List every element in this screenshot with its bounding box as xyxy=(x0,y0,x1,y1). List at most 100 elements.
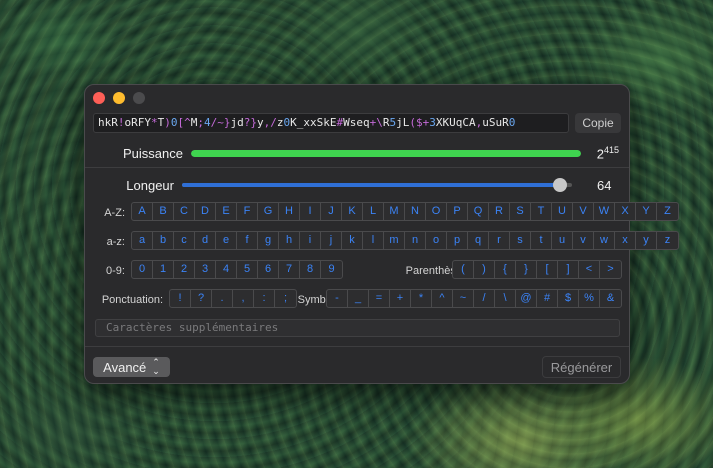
symbol-key[interactable]: + xyxy=(390,290,411,307)
lowercase-key[interactable]: m xyxy=(384,232,405,249)
bracket-key[interactable]: [ xyxy=(537,261,558,278)
lowercase-key[interactable]: y xyxy=(636,232,657,249)
uppercase-key[interactable]: N xyxy=(405,203,426,220)
password-field[interactable]: hkR!oRFY*T)0[^M;4/~}jd?}y,/z0K_xxSkE#Wse… xyxy=(93,113,569,133)
punctuation-key[interactable]: , xyxy=(233,290,254,307)
uppercase-key[interactable]: I xyxy=(300,203,321,220)
regenerate-button[interactable]: Régénérer xyxy=(542,356,621,378)
lowercase-key[interactable]: d xyxy=(195,232,216,249)
uppercase-key[interactable]: P xyxy=(447,203,468,220)
bracket-key[interactable]: ( xyxy=(453,261,474,278)
lowercase-key[interactable]: v xyxy=(573,232,594,249)
lowercase-key[interactable]: w xyxy=(594,232,615,249)
digit-key[interactable]: 1 xyxy=(153,261,174,278)
lowercase-key[interactable]: e xyxy=(216,232,237,249)
digit-key[interactable]: 6 xyxy=(258,261,279,278)
symbol-key[interactable]: ^ xyxy=(432,290,453,307)
uppercase-key[interactable]: H xyxy=(279,203,300,220)
lowercase-key[interactable]: g xyxy=(258,232,279,249)
lowercase-key[interactable]: j xyxy=(321,232,342,249)
uppercase-key[interactable]: E xyxy=(216,203,237,220)
uppercase-key[interactable]: F xyxy=(237,203,258,220)
lowercase-key[interactable]: f xyxy=(237,232,258,249)
uppercase-key[interactable]: X xyxy=(615,203,636,220)
uppercase-key[interactable]: Z xyxy=(657,203,678,220)
symbol-key[interactable]: / xyxy=(474,290,495,307)
digit-key[interactable]: 8 xyxy=(300,261,321,278)
lowercase-key[interactable]: o xyxy=(426,232,447,249)
length-slider[interactable] xyxy=(182,178,572,192)
uppercase-key[interactable]: M xyxy=(384,203,405,220)
uppercase-key[interactable]: G xyxy=(258,203,279,220)
lowercase-key[interactable]: l xyxy=(363,232,384,249)
uppercase-key[interactable]: W xyxy=(594,203,615,220)
length-slider-fill xyxy=(182,183,561,187)
length-slider-knob[interactable] xyxy=(553,178,568,192)
punctuation-key[interactable]: ! xyxy=(170,290,191,307)
bracket-key[interactable]: > xyxy=(600,261,621,278)
lowercase-key[interactable]: i xyxy=(300,232,321,249)
uppercase-key[interactable]: Q xyxy=(468,203,489,220)
uppercase-key[interactable]: Y xyxy=(636,203,657,220)
uppercase-key[interactable]: D xyxy=(195,203,216,220)
symbol-key[interactable]: $ xyxy=(558,290,579,307)
advanced-popup-button[interactable]: Avancé ⌃ ⌄ xyxy=(93,357,170,377)
uppercase-key[interactable]: C xyxy=(174,203,195,220)
uppercase-key[interactable]: R xyxy=(489,203,510,220)
lowercase-key[interactable]: n xyxy=(405,232,426,249)
symbol-key[interactable]: % xyxy=(579,290,600,307)
lowercase-key[interactable]: c xyxy=(174,232,195,249)
digit-key[interactable]: 0 xyxy=(132,261,153,278)
uppercase-key[interactable]: S xyxy=(510,203,531,220)
lowercase-key[interactable]: x xyxy=(615,232,636,249)
bracket-key[interactable]: < xyxy=(579,261,600,278)
minimize-window-button[interactable] xyxy=(113,92,125,104)
lowercase-key[interactable]: h xyxy=(279,232,300,249)
uppercase-key[interactable]: K xyxy=(342,203,363,220)
uppercase-key[interactable]: T xyxy=(531,203,552,220)
bracket-key[interactable]: ) xyxy=(474,261,495,278)
symbol-key[interactable]: * xyxy=(411,290,432,307)
symbol-key[interactable]: & xyxy=(600,290,621,307)
digit-key[interactable]: 7 xyxy=(279,261,300,278)
symbol-key[interactable]: \ xyxy=(495,290,516,307)
digit-key[interactable]: 4 xyxy=(216,261,237,278)
bracket-key[interactable]: ] xyxy=(558,261,579,278)
bracket-key[interactable]: { xyxy=(495,261,516,278)
lowercase-key[interactable]: q xyxy=(468,232,489,249)
lowercase-key[interactable]: b xyxy=(153,232,174,249)
copy-button[interactable]: Copie xyxy=(575,113,621,133)
bracket-key[interactable]: } xyxy=(516,261,537,278)
zoom-window-button[interactable] xyxy=(133,92,145,104)
lowercase-key[interactable]: p xyxy=(447,232,468,249)
lowercase-key[interactable]: z xyxy=(657,232,678,249)
punctuation-key[interactable]: . xyxy=(212,290,233,307)
lowercase-key[interactable]: a xyxy=(132,232,153,249)
uppercase-key[interactable]: U xyxy=(552,203,573,220)
uppercase-key[interactable]: O xyxy=(426,203,447,220)
digit-key[interactable]: 5 xyxy=(237,261,258,278)
symbol-key[interactable]: ~ xyxy=(453,290,474,307)
lowercase-key[interactable]: r xyxy=(489,232,510,249)
uppercase-key[interactable]: L xyxy=(363,203,384,220)
uppercase-key[interactable]: J xyxy=(321,203,342,220)
punctuation-key[interactable]: : xyxy=(254,290,275,307)
symbol-key[interactable]: - xyxy=(327,290,348,307)
close-window-button[interactable] xyxy=(93,92,105,104)
symbol-key[interactable]: _ xyxy=(348,290,369,307)
digit-key[interactable]: 9 xyxy=(321,261,342,278)
punctuation-key[interactable]: ? xyxy=(191,290,212,307)
extra-characters-input[interactable]: Caractères supplémentaires xyxy=(95,319,620,337)
symbol-key[interactable]: @ xyxy=(516,290,537,307)
lowercase-key[interactable]: u xyxy=(552,232,573,249)
symbol-key[interactable]: # xyxy=(537,290,558,307)
uppercase-key[interactable]: B xyxy=(153,203,174,220)
symbol-key[interactable]: = xyxy=(369,290,390,307)
uppercase-key[interactable]: V xyxy=(573,203,594,220)
digit-key[interactable]: 3 xyxy=(195,261,216,278)
lowercase-key[interactable]: k xyxy=(342,232,363,249)
lowercase-key[interactable]: s xyxy=(510,232,531,249)
digit-key[interactable]: 2 xyxy=(174,261,195,278)
uppercase-key[interactable]: A xyxy=(132,203,153,220)
lowercase-key[interactable]: t xyxy=(531,232,552,249)
